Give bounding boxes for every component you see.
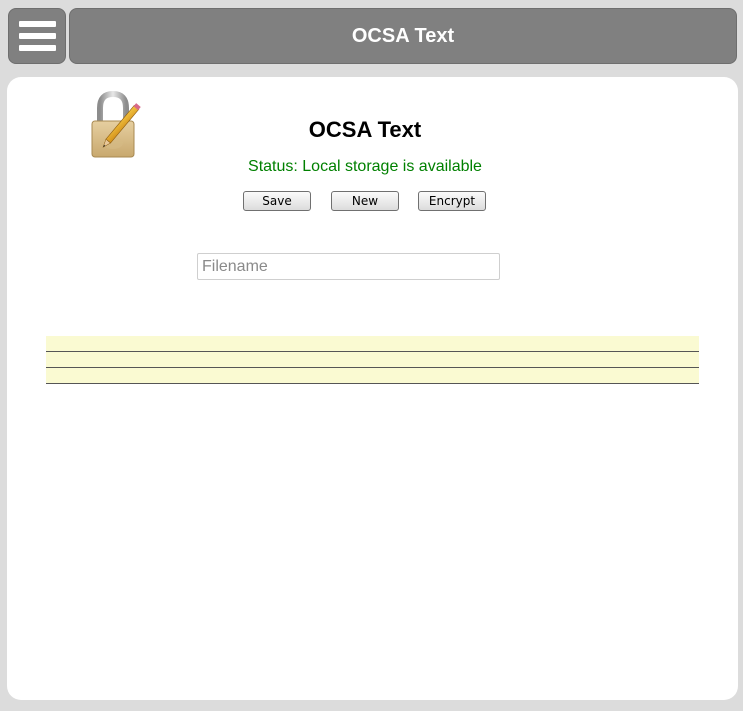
ruled-line [46, 367, 699, 368]
ruled-line [46, 351, 699, 352]
main-content: OCSA Text Status: Local storage is avail… [7, 77, 738, 700]
new-button[interactable]: New [331, 191, 399, 211]
header-title: OCSA Text [351, 24, 455, 47]
hamburger-menu-icon-bar-top [19, 21, 56, 27]
save-button[interactable]: Save [243, 191, 311, 211]
header-bar: OCSA Text [69, 8, 737, 64]
encrypt-button[interactable]: Encrypt [418, 191, 486, 211]
hamburger-menu-icon-bar-bottom [19, 45, 56, 51]
page-title: OCSA Text [308, 117, 422, 142]
note-text-area[interactable] [46, 336, 699, 384]
ruled-line [46, 383, 699, 384]
filename-input[interactable] [197, 253, 500, 280]
hamburger-menu-icon-bar-middle [19, 33, 56, 39]
menu-button[interactable] [8, 8, 66, 64]
status-text: Status: Local storage is available [248, 158, 482, 175]
